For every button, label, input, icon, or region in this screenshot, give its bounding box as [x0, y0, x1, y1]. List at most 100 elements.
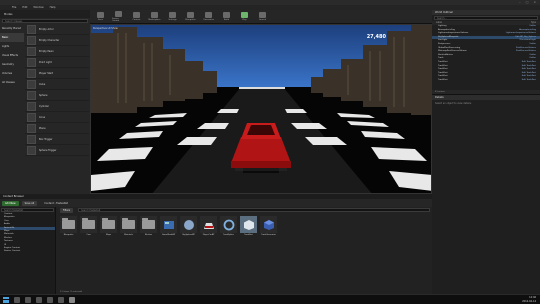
blueprints-button[interactable]: Blueprints: [184, 10, 197, 23]
sphere-icon: [180, 216, 197, 233]
task-view-icon[interactable]: [25, 296, 31, 303]
explorer-icon[interactable]: [47, 296, 53, 303]
asset-tile[interactable]: TrackPart: [240, 216, 257, 236]
pawn-icon: [27, 46, 36, 56]
outliner-search-input[interactable]: Search...: [434, 16, 538, 20]
breadcrumb[interactable]: Content › FastestGit: [44, 202, 68, 205]
build-button[interactable]: Build: [220, 10, 233, 23]
outliner-row-type: Edit TrackPart: [521, 78, 536, 81]
asset-tile[interactable]: Blueprints: [60, 216, 77, 236]
asset-tile[interactable]: Materials: [120, 216, 137, 236]
play-icon: [241, 12, 248, 18]
add-new-button[interactable]: Add New: [2, 200, 19, 206]
unreal-icon[interactable]: [69, 296, 75, 303]
place-item[interactable]: Sphere Trigger: [25, 145, 89, 156]
folder-tree-rows: Content Blueprints Cars Audio FastestGit Maps…: [0, 213, 55, 254]
place-item[interactable]: Empty Actor: [25, 24, 89, 35]
place-item[interactable]: Cube: [25, 79, 89, 90]
modes-tab[interactable]: Modes: [0, 10, 90, 18]
system-clock[interactable]: 12:46 2016-04-14: [522, 296, 536, 304]
asset-name: Cars: [86, 234, 91, 236]
category-basic[interactable]: Basic: [0, 33, 24, 42]
folder-tree: Search FastestGit Content Blueprints Cars A…: [0, 207, 56, 294]
cylinder-icon: [27, 101, 36, 111]
folder-icon: [60, 216, 77, 233]
content-button[interactable]: Content: [130, 10, 143, 23]
details-panel: Details Select an object to view details…: [432, 94, 540, 294]
asset-tile[interactable]: PlayerCarBP: [200, 216, 217, 236]
outliner-row-label: TrackPart: [438, 78, 448, 81]
folder-icon: [80, 216, 97, 233]
class-search-input[interactable]: Search Classes: [2, 19, 88, 23]
marketplace-button[interactable]: Marketplace: [148, 10, 161, 23]
place-item[interactable]: Empty Pawn: [25, 46, 89, 57]
source-control-button[interactable]: Source Control: [112, 10, 125, 23]
asset-tile[interactable]: Meshes: [140, 216, 157, 236]
category-recently-placed[interactable]: Recently Placed: [0, 24, 24, 33]
asset-tile[interactable]: Maps: [100, 216, 117, 236]
place-item[interactable]: Empty Character: [25, 35, 89, 46]
browser-icon[interactable]: [36, 296, 42, 303]
place-item[interactable]: Plane: [25, 123, 89, 134]
category-geometry[interactable]: Geometry: [0, 60, 24, 69]
character-icon: [27, 35, 36, 45]
blueprint-icon: [160, 216, 177, 233]
marketplace-icon: [151, 12, 158, 18]
category-lights[interactable]: Lights: [0, 42, 24, 51]
clapper-icon: [205, 12, 212, 18]
asset-name: TrackGenerator: [261, 234, 276, 236]
windows-start-icon[interactable]: [3, 296, 9, 303]
taskbar: 12:46 2016-04-14: [0, 294, 540, 304]
asset-name: SkySphereBP: [182, 234, 195, 236]
category-visual-effects[interactable]: Visual Effects: [0, 51, 24, 60]
content-browser: Add New Save All Content › FastestGit Se…: [0, 199, 432, 294]
cone-icon: [27, 112, 36, 122]
asset-grid: Blueprints Cars Maps Materials Meshes GameMod…: [60, 216, 277, 236]
outliner-row[interactable]: TrackPart Edit TrackPart: [432, 79, 540, 83]
cinematics-button[interactable]: Cinematics: [202, 10, 215, 23]
place-item[interactable]: Player Start: [25, 68, 89, 79]
actor-icon: [27, 24, 36, 34]
save-all-button[interactable]: Save All: [21, 200, 38, 206]
asset-name: TrackPart: [244, 234, 253, 236]
place-item[interactable]: Point Light: [25, 57, 89, 68]
outliner-rows: Lighting Folder AtmosphericFog AtmosphericF…: [432, 25, 540, 83]
asset-tile[interactable]: TrackSpline: [220, 216, 237, 236]
place-item[interactable]: Cone: [25, 112, 89, 123]
place-item[interactable]: Sphere: [25, 90, 89, 101]
store-icon[interactable]: [58, 296, 64, 303]
plane-icon: [27, 123, 36, 133]
asset-tile[interactable]: SkySphereBP: [180, 216, 197, 236]
place-item[interactable]: Cylinder: [25, 101, 89, 112]
category-all-classes[interactable]: All Classes: [0, 78, 24, 87]
launch-button[interactable]: Launch: [256, 10, 269, 23]
player-start-icon: [27, 68, 36, 78]
asset-name: Maps: [106, 234, 111, 236]
settings-button[interactable]: Settings: [166, 10, 179, 23]
asset-search-input[interactable]: Search FastestGit: [78, 208, 430, 212]
level-editor-toolbar: Save Source Control Content Marketplace …: [90, 10, 432, 24]
asset-tile[interactable]: Cars: [80, 216, 97, 236]
filter-bar: Filters Search FastestGit: [58, 207, 432, 213]
save-button[interactable]: Save: [94, 10, 107, 23]
ring-icon: [220, 216, 237, 233]
place-item[interactable]: Box Trigger: [25, 134, 89, 145]
category-volumes[interactable]: Volumes: [0, 69, 24, 78]
asset-view: Filters Search FastestGit Blueprints Cars…: [58, 207, 432, 294]
box-trigger-icon: [27, 134, 36, 144]
cube-icon: [240, 216, 257, 233]
level-viewport[interactable]: Perspective Lit Show 27,480: [90, 24, 432, 194]
sphere-trigger-icon: [27, 145, 36, 155]
place-items-list: Empty Actor Empty Character Empty Pawn P…: [25, 24, 89, 156]
folder-search-input[interactable]: Search FastestGit: [1, 208, 54, 212]
clock-date: 2016-04-14: [522, 300, 536, 303]
play-button[interactable]: Play: [238, 10, 251, 23]
viewport-options[interactable]: Perspective Lit Show: [93, 27, 118, 30]
asset-tile[interactable]: GameModeBP: [160, 216, 177, 236]
content-icon: [133, 12, 140, 18]
asset-name: GameModeBP: [161, 234, 176, 236]
search-icon[interactable]: [14, 296, 20, 303]
folder-tree-item[interactable]: Starter Content: [0, 250, 55, 253]
asset-tile[interactable]: TrackGenerator: [260, 216, 277, 236]
filters-button[interactable]: Filters: [60, 207, 74, 213]
